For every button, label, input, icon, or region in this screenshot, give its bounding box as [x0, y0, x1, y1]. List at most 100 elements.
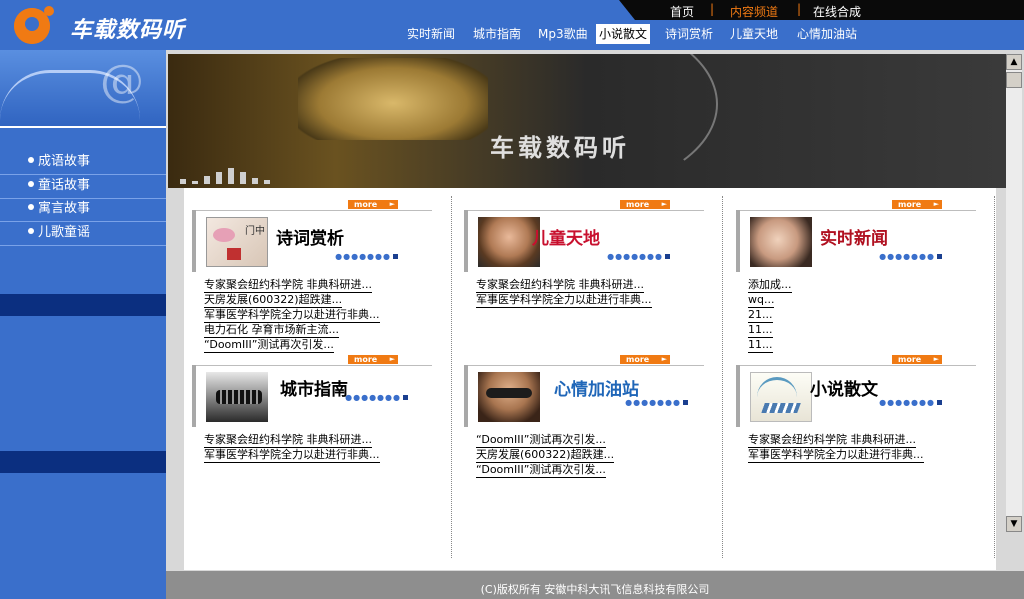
dots-icon: ●●●●●●●: [345, 393, 408, 402]
list-item[interactable]: “DoomIII”测试再次引发...: [204, 338, 334, 353]
panel-header: 实时新闻 ●●●●●●●: [736, 210, 976, 272]
content-panels: more 门中 诗词赏析 ●●●●●●● 专家聚会纽约科学院 非典科研进... …: [184, 188, 996, 570]
list-item[interactable]: 添加成...: [748, 278, 792, 293]
top-link-channels[interactable]: 内容频道: [730, 3, 778, 20]
column-divider: [451, 196, 452, 558]
list-item[interactable]: 军事医学科学院全力以赴进行非典...: [204, 308, 380, 323]
list-item[interactable]: 11...: [748, 323, 773, 338]
bullet-icon: [28, 227, 34, 234]
article-list: 专家聚会纽约科学院 非典科研进... 军事医学科学院全力以赴进行非典...: [204, 433, 380, 463]
vertical-scrollbar[interactable]: ▲ ▼: [1006, 54, 1022, 532]
sidebar-item-label: 成语故事: [38, 154, 91, 169]
panel-poetry: more 门中 诗词赏析 ●●●●●●● 专家聚会纽约科学院 非典科研进... …: [192, 200, 432, 360]
more-button[interactable]: more: [892, 355, 942, 364]
main-area: 车载数码听 ▲ ▼ more 门中 诗词赏析: [166, 50, 1024, 599]
panel-title: 诗词赏析: [276, 229, 344, 249]
more-button[interactable]: more: [620, 200, 670, 209]
bullet-icon: [28, 156, 34, 163]
list-item[interactable]: 专家聚会纽约科学院 非典科研进...: [204, 278, 372, 293]
top-separator: |: [797, 2, 802, 16]
nav-item-city-guide[interactable]: 城市指南: [470, 24, 524, 44]
list-item[interactable]: 专家聚会纽约科学院 非典科研进...: [476, 278, 644, 293]
list-item[interactable]: 天房发展(600322)超跌建...: [204, 293, 343, 308]
list-item[interactable]: 电力石化 孕育市场新主流...: [204, 323, 339, 338]
sidebar-item-label: 儿歌童谣: [38, 225, 91, 240]
column-divider: [722, 196, 723, 558]
divider: [0, 126, 166, 128]
list-item[interactable]: 军事医学科学院全力以赴进行非典...: [204, 448, 380, 463]
list-item[interactable]: 11...: [748, 338, 773, 353]
dots-icon: ●●●●●●●: [335, 252, 398, 261]
more-button[interactable]: more: [348, 355, 398, 364]
list-item[interactable]: “DoomIII”测试再次引发...: [476, 463, 606, 478]
list-item[interactable]: 军事医学科学院全力以赴进行非典...: [748, 448, 924, 463]
hero-banner: 车载数码听: [168, 54, 1006, 188]
panel-city-guide: more 城市指南 ●●●●●●● 专家聚会纽约科学院 非典科研进... 军事医…: [192, 355, 432, 485]
bullet-icon: [28, 180, 34, 187]
logo-dot-icon: [44, 6, 54, 16]
mood-icon: [478, 372, 540, 422]
footer-copyright: (C)版权所有 安徽中科大讯飞信息科技有限公司: [166, 571, 1024, 599]
panel-title: 心情加油站: [554, 380, 639, 400]
panel-children: more 儿童天地 ●●●●●●● 专家聚会纽约科学院 非典科研进... 军事医…: [464, 200, 704, 360]
hero-title: 车载数码听: [490, 134, 630, 162]
panel-header: 儿童天地 ●●●●●●●: [464, 210, 704, 272]
footer: (C)版权所有 安徽中科大讯飞信息科技有限公司: [166, 571, 1024, 599]
panel-header: 门中 诗词赏析 ●●●●●●●: [192, 210, 432, 272]
sidebar-item-label: 寓言故事: [38, 201, 91, 216]
city-icon: [206, 372, 268, 422]
poem-icon: 门中: [206, 217, 268, 267]
panel-title: 小说散文: [810, 380, 878, 400]
list-item[interactable]: “DoomIII”测试再次引发...: [476, 433, 606, 448]
dots-icon: ●●●●●●●: [879, 398, 942, 407]
nav-item-children[interactable]: 儿童天地: [727, 24, 781, 44]
list-item[interactable]: 21...: [748, 308, 773, 323]
sidebar-band: [0, 294, 166, 316]
list-item[interactable]: 专家聚会纽约科学院 非典科研进...: [748, 433, 916, 448]
panel-novels: more 小说散文 ●●●●●●● 专家聚会纽约科学院 非典科研进... 军事医…: [736, 355, 976, 485]
scroll-down-icon[interactable]: ▼: [1006, 516, 1022, 532]
dots-icon: ●●●●●●●: [879, 252, 942, 261]
list-item[interactable]: 天房发展(600322)超跌建...: [476, 448, 615, 463]
scroll-up-icon[interactable]: ▲: [1006, 54, 1022, 70]
article-list: 添加成... wq... 21... 11... 11...: [748, 278, 792, 353]
sidebar-item-fairy-tales[interactable]: 童话故事: [28, 175, 90, 197]
sidebar-band: [0, 451, 166, 473]
panel-title: 城市指南: [280, 380, 348, 400]
child-icon: [478, 217, 540, 267]
article-list: “DoomIII”测试再次引发... 天房发展(600322)超跌建... “D…: [476, 433, 615, 478]
sidebar-item-idiom-stories[interactable]: 成语故事: [28, 151, 90, 173]
sidebar-item-nursery-rhymes[interactable]: 儿歌童谣: [28, 222, 90, 244]
top-link-online-synthesis[interactable]: 在线合成: [813, 3, 861, 20]
sidebar-item-fables[interactable]: 寓言故事: [28, 198, 90, 220]
panel-header: 城市指南 ●●●●●●●: [192, 365, 432, 427]
more-button[interactable]: more: [892, 200, 942, 209]
site-logo[interactable]: 车载数码听: [0, 0, 230, 50]
list-item[interactable]: wq...: [748, 293, 775, 308]
sidebar: @ 成语故事 童话故事 寓言故事 儿歌童谣: [0, 50, 166, 599]
scroll-thumb[interactable]: [1006, 72, 1022, 88]
more-button[interactable]: more: [620, 355, 670, 364]
panel-title: 儿童天地: [532, 229, 600, 249]
novel-icon: [750, 372, 812, 422]
divider: [0, 245, 166, 246]
top-separator: |: [710, 2, 715, 16]
panel-news: more 实时新闻 ●●●●●●● 添加成... wq... 21... 11.…: [736, 200, 976, 360]
nav-item-mood[interactable]: 心情加油站: [794, 24, 860, 44]
nav-item-news[interactable]: 实时新闻: [404, 24, 458, 44]
column-divider: [994, 196, 995, 558]
sidebar-banner-image: @: [0, 50, 166, 128]
sidebar-item-label: 童话故事: [38, 178, 91, 193]
at-sign-icon: @: [100, 56, 144, 107]
nav-item-poetry[interactable]: 诗词赏析: [662, 24, 716, 44]
nav-item-novels[interactable]: 小说散文: [596, 24, 651, 44]
list-item[interactable]: 军事医学科学院全力以赴进行非典...: [476, 293, 652, 308]
list-item[interactable]: 专家聚会纽约科学院 非典科研进...: [204, 433, 372, 448]
article-list: 专家聚会纽约科学院 非典科研进... 天房发展(600322)超跌建... 军事…: [204, 278, 380, 353]
article-list: 专家聚会纽约科学院 非典科研进... 军事医学科学院全力以赴进行非典...: [476, 278, 652, 308]
nav-item-mp3[interactable]: Mp3歌曲: [535, 24, 591, 44]
more-button[interactable]: more: [348, 200, 398, 209]
top-link-home[interactable]: 首页: [670, 3, 694, 20]
bullet-icon: [28, 203, 34, 210]
top-link-bar: 首页 | 内容频道 | 在线合成: [619, 0, 1024, 20]
